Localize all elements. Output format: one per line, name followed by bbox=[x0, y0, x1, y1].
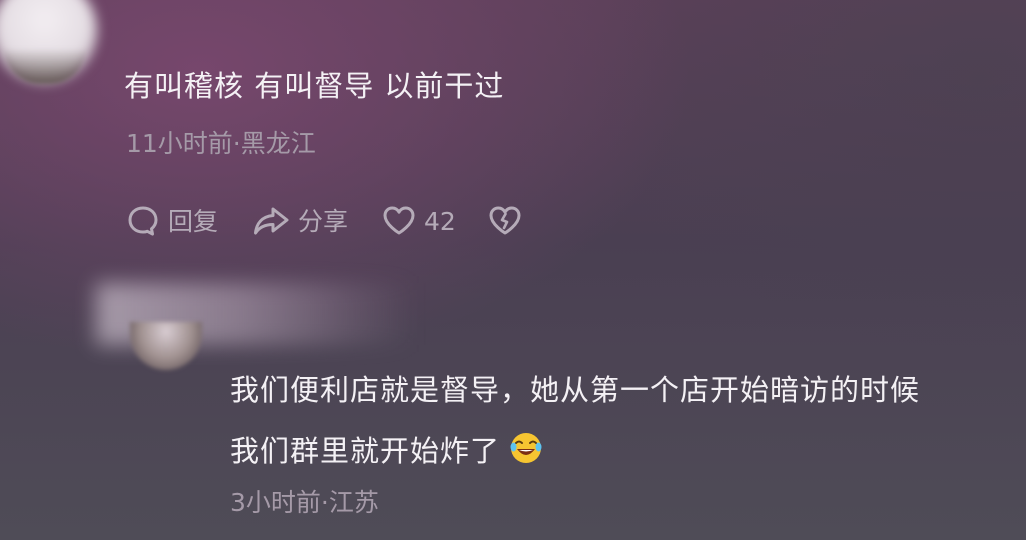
like-button[interactable]: 42 bbox=[382, 205, 456, 237]
heart-icon bbox=[382, 205, 416, 237]
share-label: 分享 bbox=[298, 206, 349, 236]
reply-label: 回复 bbox=[168, 206, 219, 236]
share-button[interactable]: 分享 bbox=[252, 204, 348, 238]
comment-text: 有叫稽核 有叫督导 以前干过 bbox=[124, 69, 505, 103]
reply-button[interactable]: 回复 bbox=[126, 204, 218, 238]
comment-text-line: 我们便利店就是督导，她从第一个店开始暗访的时候 bbox=[230, 373, 921, 407]
avatar[interactable] bbox=[130, 322, 202, 370]
comment-meta: 11小时前·黑龙江 bbox=[126, 129, 316, 158]
avatar-shadow bbox=[4, 48, 86, 84]
broken-heart-icon bbox=[488, 205, 522, 237]
comment-actions: 回复 分享 42 bbox=[126, 203, 522, 239]
comment-text-segment: 我们群里就开始炸了 bbox=[230, 434, 501, 468]
laughing-crying-emoji bbox=[508, 431, 544, 470]
dislike-button[interactable] bbox=[488, 205, 522, 237]
like-count: 42 bbox=[424, 206, 456, 236]
comment-icon bbox=[126, 204, 160, 238]
comment-meta: 3小时前·江苏 bbox=[230, 488, 379, 517]
comment-text-line: 我们群里就开始炸了 bbox=[230, 431, 544, 470]
share-icon bbox=[252, 204, 290, 238]
